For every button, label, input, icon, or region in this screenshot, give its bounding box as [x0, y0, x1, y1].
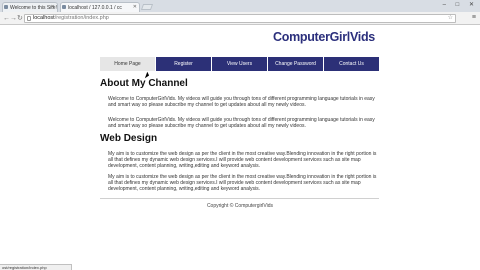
browser-tab-welcome[interactable]: Welcome to this Site! ✕ [2, 2, 58, 12]
menu-icon[interactable]: ≡ [472, 14, 476, 21]
new-tab-button[interactable] [140, 4, 154, 10]
about-paragraph-2: Welcome to ComputerGirlVids. My videos w… [108, 117, 375, 129]
favicon-icon [4, 5, 8, 9]
url-host: localhost [33, 15, 55, 21]
web-design-paragraph-1: My aim is to customize the web design as… [108, 151, 377, 169]
favicon-icon [62, 5, 66, 9]
address-bar[interactable]: localhost/registration/index.php ☆ [24, 14, 456, 23]
nav-contact-us[interactable]: Contact Us [324, 57, 379, 71]
tab-strip: Welcome to this Site! ✕ localhost / 127.… [0, 0, 480, 12]
browser-tab-phpmyadmin[interactable]: localhost / 127.0.0.1 / cc ✕ [60, 2, 140, 12]
forward-icon[interactable]: → [10, 14, 17, 23]
browser-toolbar: ← → ↻ localhost/registration/index.php ☆… [0, 12, 480, 25]
reload-icon[interactable]: ↻ [17, 14, 23, 23]
section-heading-web-design: Web Design [100, 133, 158, 144]
nav-register[interactable]: Register [156, 57, 212, 71]
back-icon[interactable]: ← [3, 14, 10, 23]
close-tab-icon[interactable]: ✕ [51, 4, 55, 10]
close-tab-icon[interactable]: ✕ [133, 4, 137, 10]
web-design-paragraph-2: My aim is to customize the web design as… [108, 174, 377, 192]
site-title: ComputerGirlVids [273, 30, 375, 44]
about-paragraph-1: Welcome to ComputerGirlVids. My videos w… [108, 96, 375, 108]
browser-tab-label: localhost / 127.0.0.1 / cc [68, 5, 122, 11]
url-path: /registration/index.php [54, 15, 109, 21]
section-heading-about: About My Channel [100, 78, 188, 89]
nav-change-password[interactable]: Change Password [268, 57, 324, 71]
main-nav: Home Page Register View Users Change Pas… [100, 57, 379, 71]
bookmark-star-icon[interactable]: ☆ [448, 15, 453, 22]
status-bar-url: ost/registration/index.php [0, 264, 72, 270]
window-controls[interactable]: – □ ✕ [443, 1, 478, 8]
copyright-text: Copyright © ComputergirlVids [206, 203, 274, 209]
page-info-icon [27, 16, 31, 21]
nav-view-users[interactable]: View Users [212, 57, 268, 71]
footer-divider [100, 198, 379, 199]
nav-home[interactable]: Home Page [100, 57, 156, 71]
